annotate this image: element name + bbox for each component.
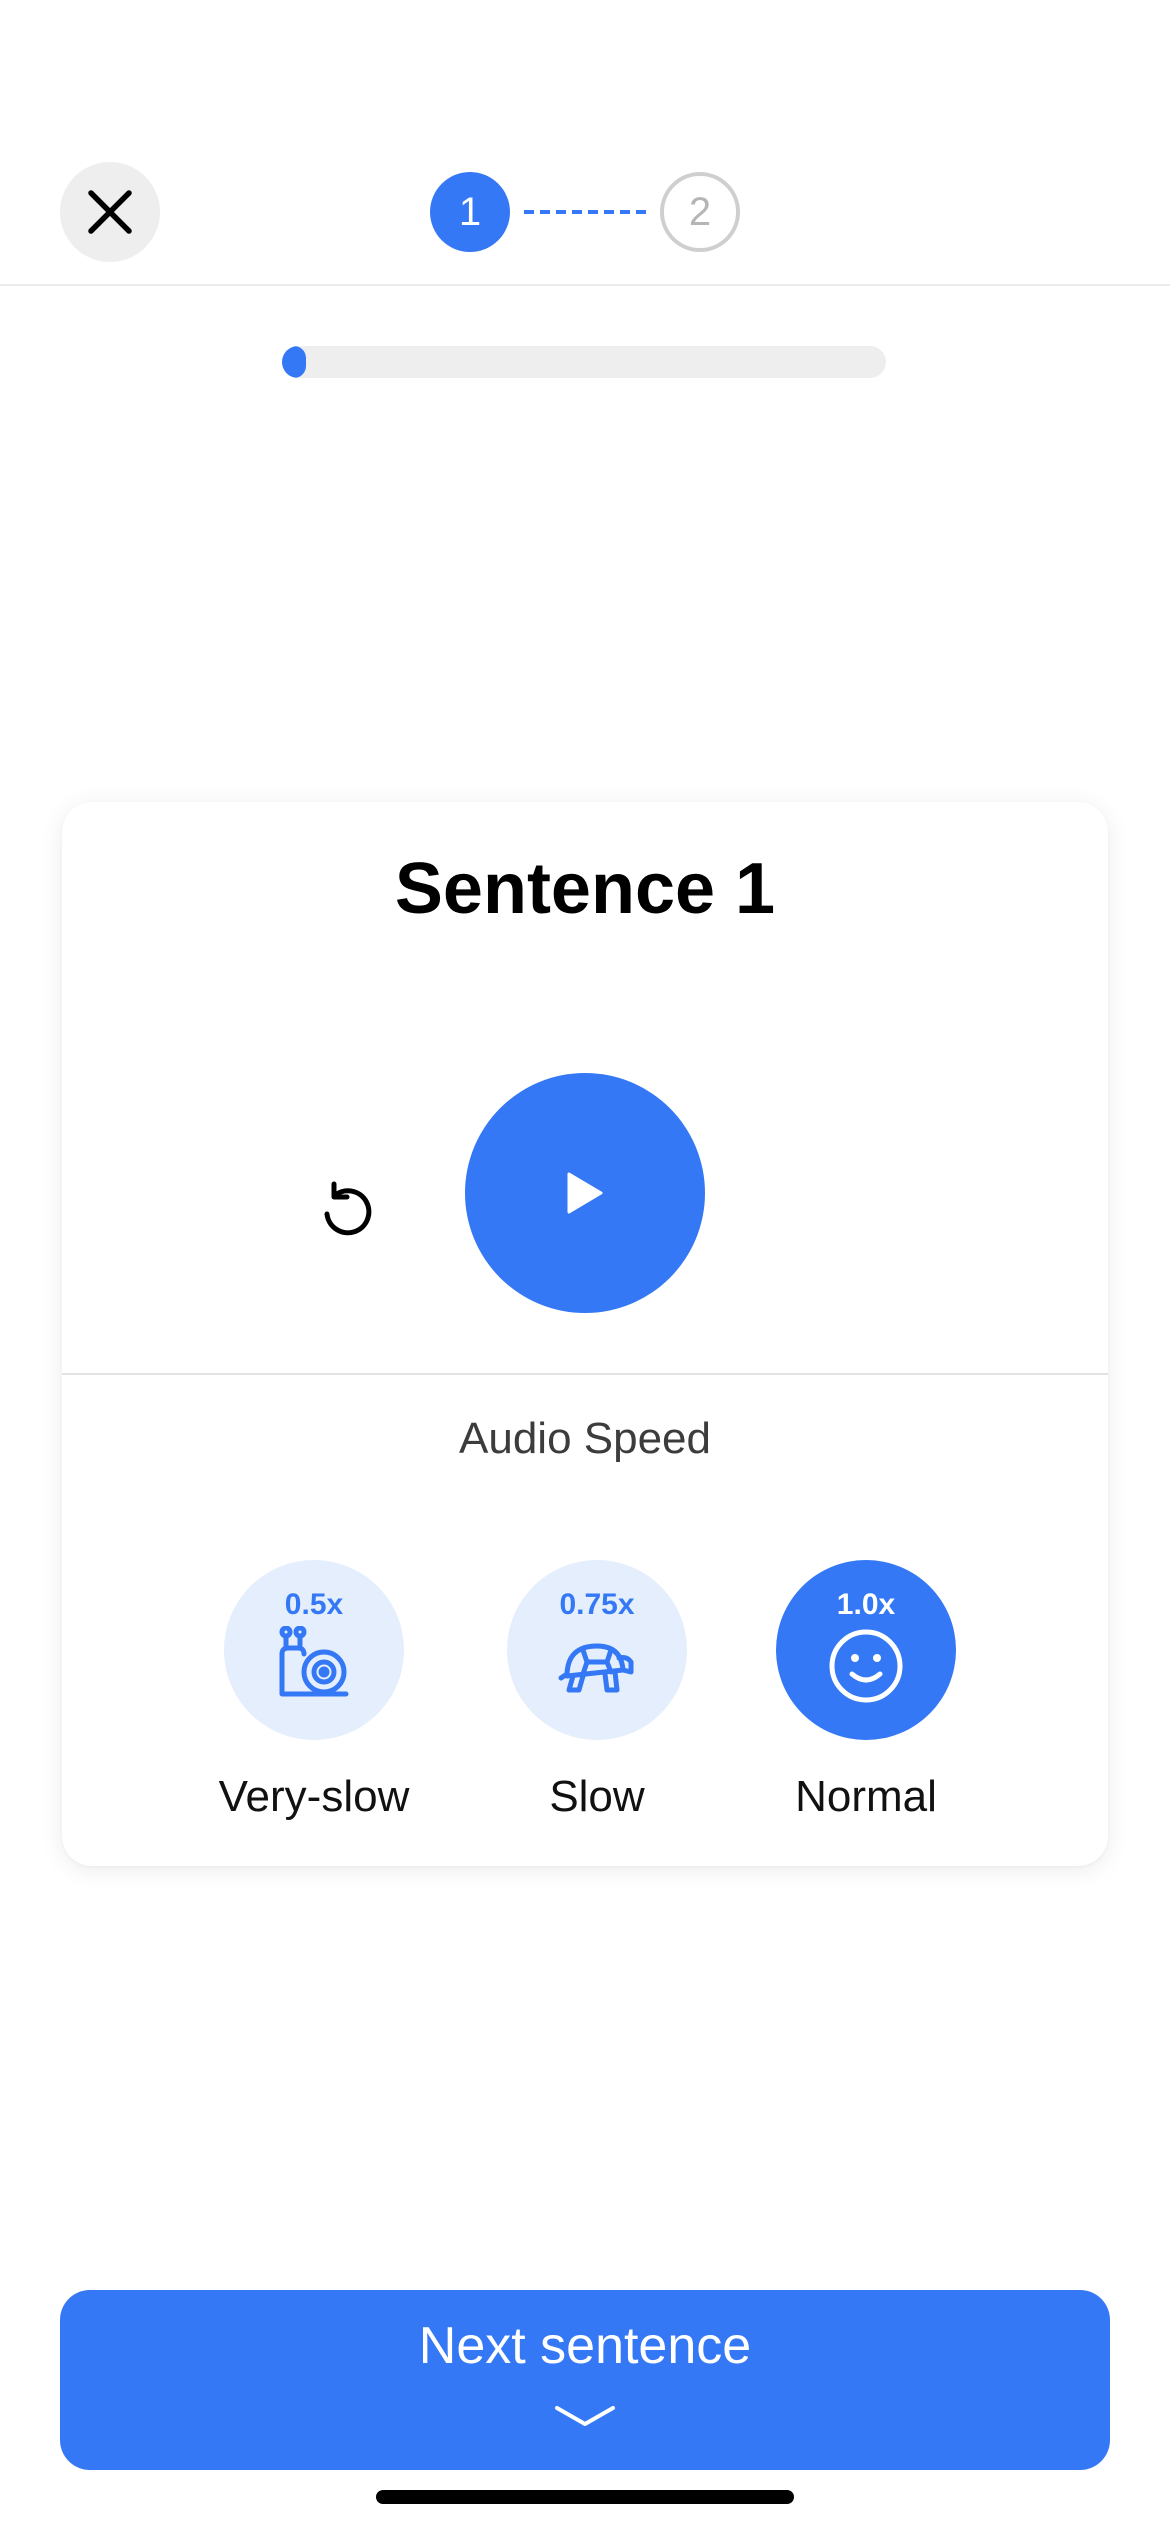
progress-fill (282, 346, 307, 378)
step-indicator: 1 2 (430, 172, 740, 252)
speed-rate: 1.0x (836, 1588, 896, 1621)
speed-rate: 0.75x (559, 1588, 635, 1621)
speed-label: Very-slow (218, 1772, 410, 1821)
header-divider (0, 284, 1170, 286)
speed-option-normal[interactable]: 1.0x Normal (736, 1560, 996, 1840)
close-icon (88, 190, 132, 234)
step-2: 2 (660, 172, 740, 252)
speed-circle: 1.0x (776, 1560, 956, 1740)
chevron-down-icon (555, 2406, 615, 2426)
speed-label: Normal (795, 1772, 937, 1821)
step-connector (524, 210, 648, 214)
close-button[interactable] (60, 162, 160, 262)
play-button[interactable] (465, 1073, 705, 1313)
speed-rate: 0.5x (284, 1588, 344, 1621)
step-1: 1 (430, 172, 510, 252)
screen: 1 2 Sentence 1 Audio Speed 0.5x Very-slo… (0, 0, 1170, 2532)
play-icon (567, 1172, 603, 1214)
speed-circle: 0.5x (224, 1560, 404, 1740)
home-indicator (376, 2490, 794, 2504)
speed-label: Slow (549, 1772, 645, 1821)
sentence-card: Sentence 1 Audio Speed 0.5x Very-slow 0.… (62, 802, 1108, 1866)
smiley-icon (829, 1629, 903, 1703)
card-divider (62, 1373, 1108, 1375)
replay-icon (324, 1181, 372, 1236)
replay-button[interactable] (292, 1155, 402, 1265)
speed-circle: 0.75x (507, 1560, 687, 1740)
next-sentence-label: Next sentence (418, 2317, 752, 2375)
audio-speed-heading: Audio Speed (459, 1414, 711, 1463)
step-1-number: 1 (458, 189, 482, 234)
progress-bar (282, 346, 886, 378)
snail-icon (279, 1626, 349, 1697)
speed-option-very-slow[interactable]: 0.5x Very-slow (184, 1560, 444, 1840)
step-2-number: 2 (688, 189, 712, 234)
turtle-icon (558, 1643, 634, 1693)
sentence-title: Sentence 1 (394, 849, 776, 929)
speed-option-slow[interactable]: 0.75x Slow (467, 1560, 727, 1840)
next-sentence-button[interactable]: Next sentence (60, 2290, 1110, 2470)
